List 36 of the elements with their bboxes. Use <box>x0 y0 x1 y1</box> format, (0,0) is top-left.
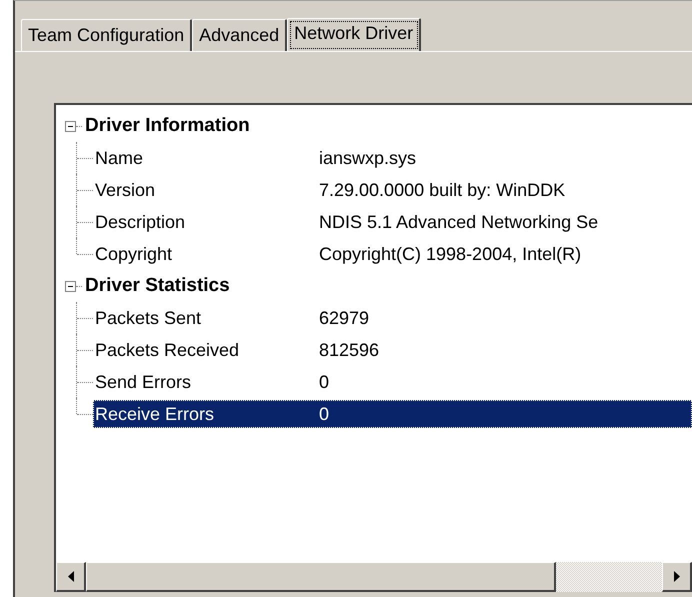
property-value: 7.29.00.0000 built by: WinDDK <box>319 180 566 200</box>
collapse-icon[interactable] <box>65 120 76 132</box>
tab[interactable]: Team Configuration <box>21 19 192 51</box>
scroll-right-button[interactable] <box>662 562 692 592</box>
property-name: Name <box>94 148 144 168</box>
tree-row[interactable]: Version 7.29.00.0000 built by: WinDDK <box>93 176 692 204</box>
scroll-left-button[interactable] <box>56 562 86 592</box>
collapse-icon[interactable] <box>65 280 76 292</box>
tree-row[interactable]: Packets Sent 62979 <box>93 304 692 332</box>
property-value: 812596 <box>319 340 380 360</box>
property-name: Receive Errors <box>94 404 216 424</box>
property-name: Packets Sent <box>94 308 202 328</box>
property-value: 0 <box>319 404 330 424</box>
scrollbar-thumb[interactable] <box>86 562 556 592</box>
property-name: Send Errors <box>94 372 192 392</box>
tree-row[interactable]: Name ianswxp.sys <box>93 144 692 172</box>
tree-group-label[interactable]: Driver Statistics <box>85 275 230 297</box>
property-value: Copyright(C) 1998-2004, Intel(R) <box>319 244 582 264</box>
property-name: Copyright <box>94 244 174 264</box>
right-arrow-icon <box>674 571 680 582</box>
property-name: Packets Received <box>94 340 240 360</box>
property-name: Version <box>94 180 156 200</box>
left-arrow-icon <box>68 571 74 582</box>
tab[interactable]: Advanced <box>192 19 288 51</box>
tree-row[interactable]: Send Errors 0 <box>93 368 692 396</box>
property-value: ianswxp.sys <box>319 148 416 168</box>
tab[interactable]: Network Driver <box>287 18 422 52</box>
tree-row[interactable]: Receive Errors 0 <box>93 400 692 428</box>
tree-row[interactable]: Description NDIS 5.1 Advanced Networking Se <box>93 208 692 236</box>
property-value: 0 <box>319 372 330 392</box>
tree-group-label[interactable]: Driver Information <box>85 115 250 137</box>
tree-row[interactable]: Packets Received 812596 <box>93 336 692 364</box>
tree-row[interactable]: Copyright Copyright(C) 1998-2004, Intel(R) <box>93 240 692 268</box>
property-name: Description <box>94 212 186 232</box>
property-value: 62979 <box>319 308 370 328</box>
property-value: NDIS 5.1 Advanced Networking Se <box>319 212 598 232</box>
